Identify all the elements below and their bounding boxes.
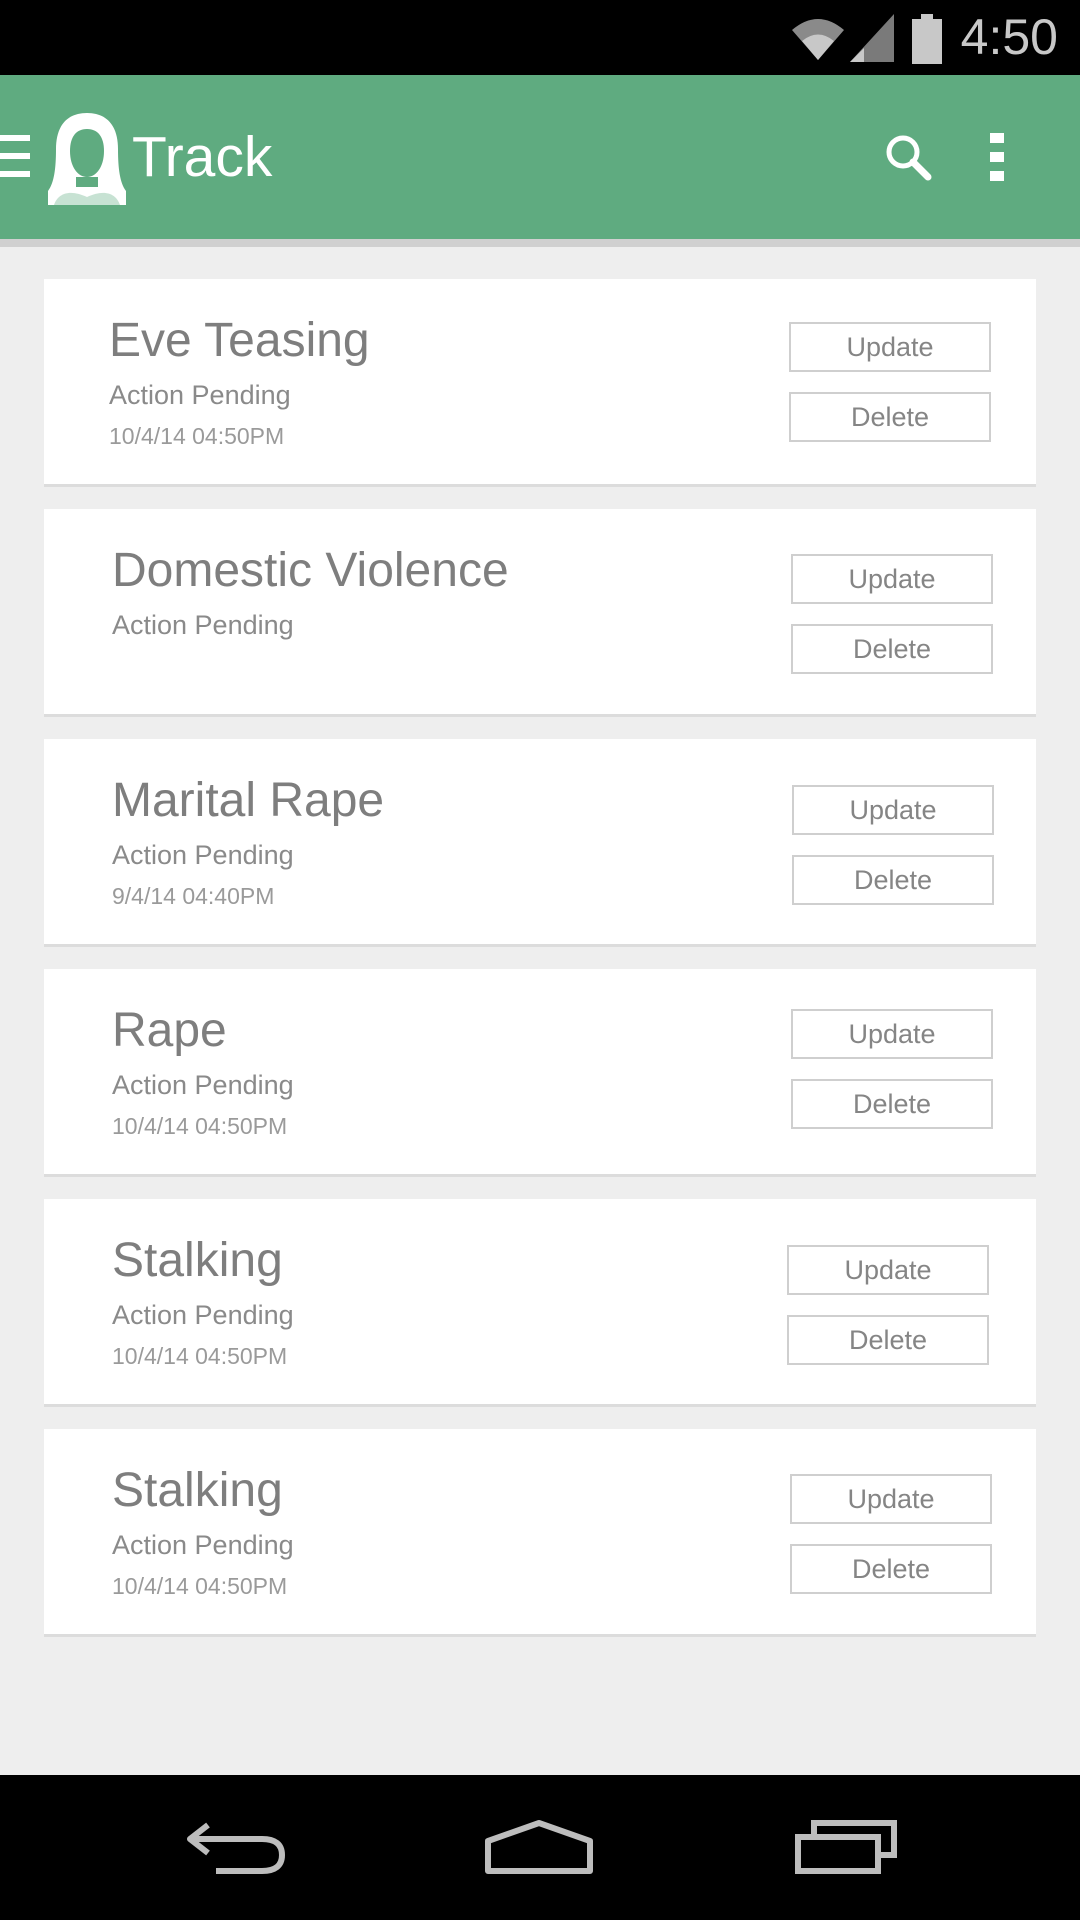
status-bar: 4:50 (0, 0, 1080, 75)
update-button[interactable]: Update (789, 322, 991, 372)
delete-button[interactable]: Delete (790, 1544, 992, 1594)
case-status: Action Pending (109, 380, 291, 410)
case-title: Stalking (112, 1234, 283, 1287)
clock: 4:50 (960, 9, 1058, 65)
navigation-bar (0, 1775, 1080, 1920)
case-card[interactable]: Stalking Action Pending 10/4/14 04:50PM … (44, 1429, 1036, 1637)
app-bar: Track (0, 75, 1080, 239)
back-icon[interactable] (186, 1819, 286, 1875)
case-status: Action Pending (112, 610, 294, 640)
case-title: Stalking (112, 1464, 283, 1517)
case-card[interactable]: Rape Action Pending 10/4/14 04:50PM Upda… (44, 969, 1036, 1177)
delete-button[interactable]: Delete (787, 1315, 989, 1365)
case-card[interactable]: Stalking Action Pending 10/4/14 04:50PM … (44, 1199, 1036, 1407)
case-date: 10/4/14 04:50PM (112, 1113, 288, 1139)
home-icon[interactable] (484, 1819, 594, 1875)
case-title: Rape (112, 1004, 227, 1057)
case-status: Action Pending (112, 1070, 294, 1100)
delete-button[interactable]: Delete (792, 855, 994, 905)
update-button[interactable]: Update (792, 785, 994, 835)
case-date: 10/4/14 04:50PM (109, 423, 285, 449)
delete-button[interactable]: Delete (791, 624, 993, 674)
menu-icon[interactable] (0, 133, 30, 179)
battery-icon (912, 14, 942, 64)
update-button[interactable]: Update (791, 1009, 993, 1059)
case-title: Domestic Violence (112, 544, 509, 597)
case-title: Marital Rape (112, 774, 385, 827)
signal-icon (850, 14, 894, 62)
case-status: Action Pending (112, 1530, 294, 1560)
wifi-icon (792, 19, 844, 60)
case-title: Eve Teasing (109, 314, 370, 367)
case-status: Action Pending (112, 840, 294, 870)
case-status: Action Pending (112, 1300, 294, 1330)
overflow-menu-icon[interactable] (986, 133, 1008, 181)
case-card[interactable]: Domestic Violence Action Pending Update … (44, 509, 1036, 717)
case-date: 10/4/14 04:50PM (112, 1573, 288, 1599)
case-date: 10/4/14 04:50PM (112, 1343, 288, 1369)
case-card[interactable]: Marital Rape Action Pending 9/4/14 04:40… (44, 739, 1036, 947)
delete-button[interactable]: Delete (789, 392, 991, 442)
recents-icon[interactable] (794, 1819, 898, 1875)
app-title: Track (132, 125, 273, 189)
search-icon[interactable] (884, 133, 932, 181)
update-button[interactable]: Update (791, 554, 993, 604)
case-date: 9/4/14 04:40PM (112, 883, 275, 909)
case-card[interactable]: Eve Teasing Action Pending 10/4/14 04:50… (44, 279, 1036, 487)
woman-avatar-icon (48, 113, 126, 205)
update-button[interactable]: Update (790, 1474, 992, 1524)
app-bar-shadow (0, 239, 1080, 247)
update-button[interactable]: Update (787, 1245, 989, 1295)
delete-button[interactable]: Delete (791, 1079, 993, 1129)
